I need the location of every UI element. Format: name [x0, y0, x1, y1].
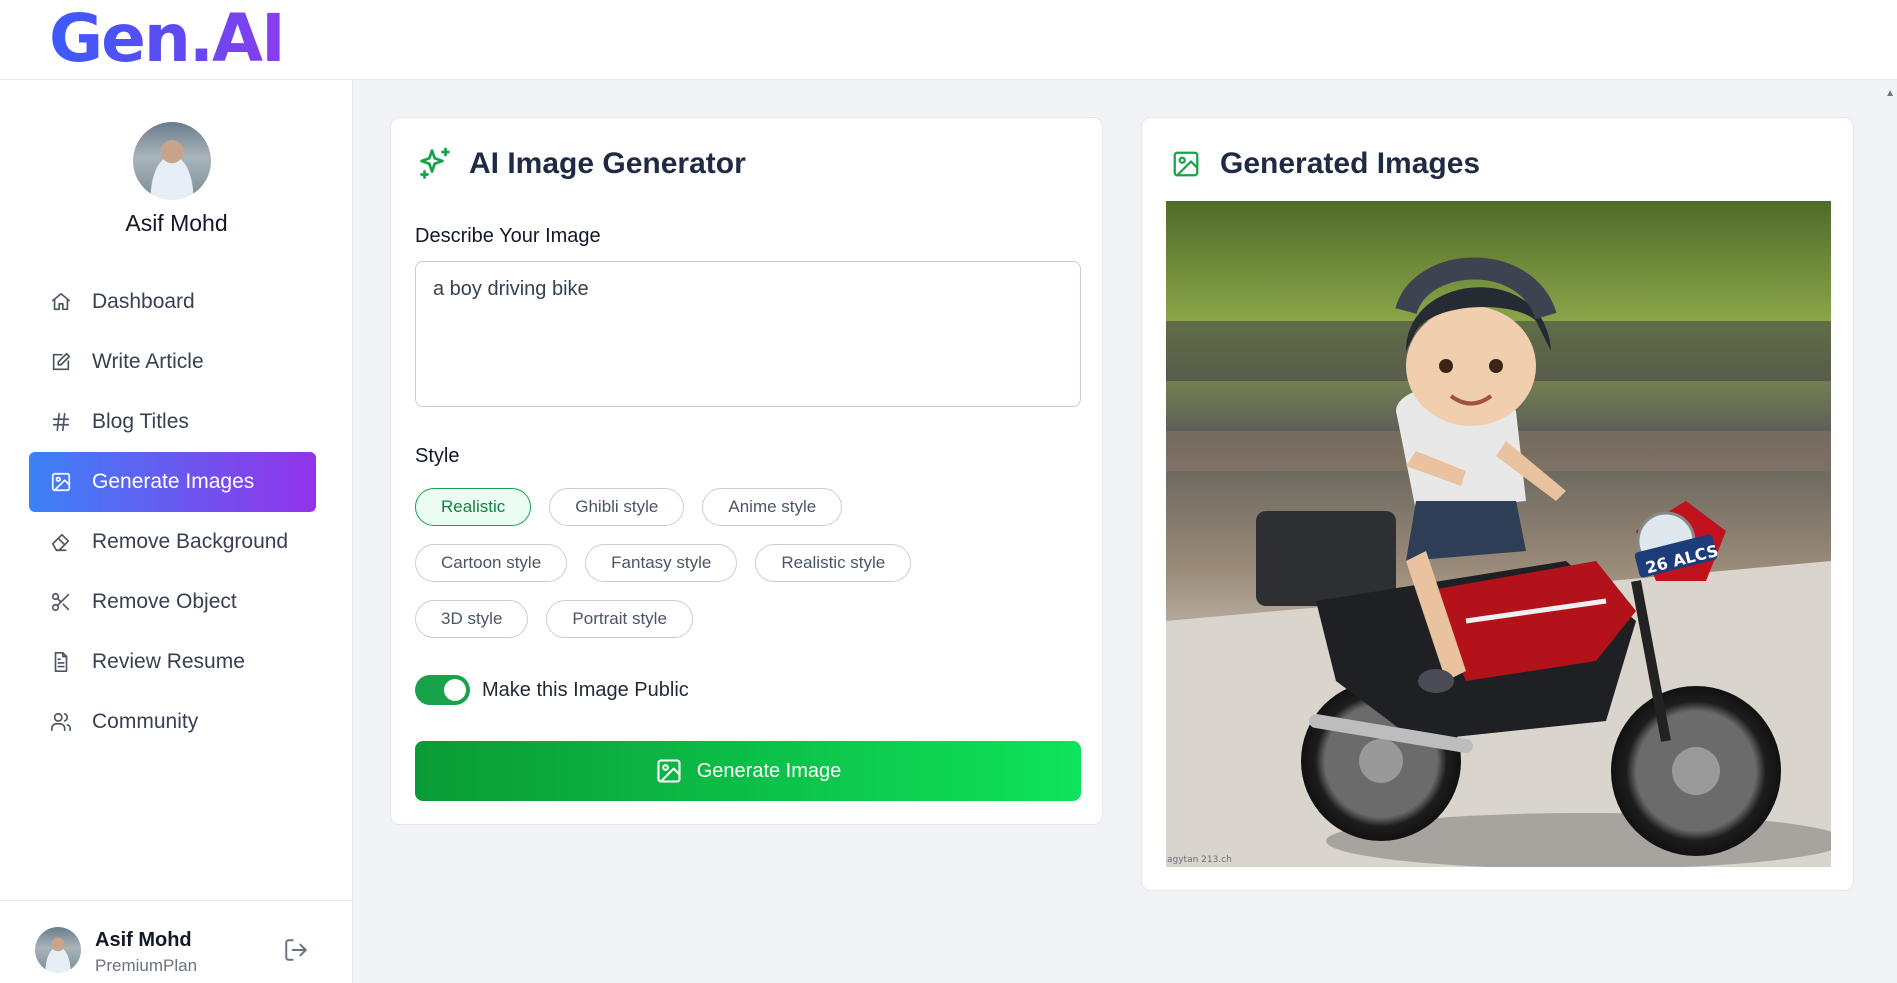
user-name: Asif Mohd — [125, 210, 228, 236]
eraser-icon — [49, 530, 73, 554]
sidebar-item-label: Dashboard — [92, 290, 195, 313]
sidebar-item-label: Review Resume — [92, 650, 245, 673]
sparkles-icon — [415, 144, 455, 184]
file-text-icon — [49, 650, 73, 674]
image-icon — [1166, 144, 1206, 184]
sidebar-item-review-resume[interactable]: Review Resume — [29, 632, 316, 692]
sidebar-item-write-article[interactable]: Write Article — [29, 332, 316, 392]
sidebar-item-remove-object[interactable]: Remove Object — [29, 572, 316, 632]
generate-image-button[interactable]: Generate Image — [415, 741, 1081, 801]
sidebar-item-generate-images[interactable]: Generate Images — [29, 452, 316, 512]
generator-header: AI Image Generator — [415, 144, 746, 184]
generate-button-label: Generate Image — [696, 759, 842, 782]
scissors-icon — [49, 590, 73, 614]
sidebar-footer: Asif Mohd PremiumPlan — [0, 900, 353, 983]
style-chip-portrait[interactable]: Portrait style — [546, 600, 693, 638]
style-chip-cartoon[interactable]: Cartoon style — [415, 544, 568, 582]
sidebar-item-label: Generate Images — [92, 470, 255, 493]
generator-card: AI Image Generator Describe Your Image S… — [390, 117, 1103, 825]
sidebar-item-remove-background[interactable]: Remove Background — [29, 512, 316, 572]
boy-on-motorbike-illustration: 26 ALCS agytan 213.ch — [1166, 201, 1831, 867]
scrollbar-arrow-icon[interactable]: ▲ — [1885, 88, 1895, 99]
edit-icon — [49, 350, 73, 374]
sidebar: Asif Mohd Dashboard Write Article Blog T… — [0, 80, 353, 983]
sidebar-item-label: Remove Object — [92, 590, 237, 613]
style-options: Realistic Ghibli style Anime style Carto… — [415, 488, 1081, 656]
image-watermark: agytan 213.ch — [1167, 855, 1232, 865]
footer-user-name: Asif Mohd — [95, 929, 192, 951]
style-chip-realistic-style[interactable]: Realistic style — [755, 544, 912, 582]
image-icon — [49, 470, 73, 494]
app-logo[interactable]: Gen.AI — [49, 2, 286, 76]
results-header: Generated Images — [1166, 144, 1480, 184]
sidebar-item-dashboard[interactable]: Dashboard — [29, 272, 316, 332]
sidebar-item-label: Remove Background — [92, 530, 289, 553]
style-label: Style — [415, 445, 460, 467]
results-title: Generated Images — [1220, 147, 1481, 180]
logout-icon[interactable] — [283, 937, 311, 965]
generated-image[interactable]: 26 ALCS agytan 213.ch — [1166, 201, 1831, 867]
style-chip-fantasy[interactable]: Fantasy style — [585, 544, 738, 582]
style-chip-realistic[interactable]: Realistic — [415, 488, 532, 526]
style-chip-ghibli[interactable]: Ghibli style — [549, 488, 685, 526]
avatar[interactable] — [35, 927, 81, 973]
toggle-knob — [444, 679, 466, 701]
avatar[interactable] — [133, 122, 211, 200]
users-icon — [49, 710, 73, 734]
results-card: Generated Images 26 ALCS agytan 213.ch — [1141, 117, 1854, 891]
hash-icon — [49, 410, 73, 434]
describe-label: Describe Your Image — [415, 225, 601, 247]
sidebar-item-blog-titles[interactable]: Blog Titles — [29, 392, 316, 452]
style-chip-3d[interactable]: 3D style — [415, 600, 529, 638]
sidebar-item-community[interactable]: Community — [29, 692, 316, 752]
top-bar: Gen.AI — [0, 0, 1897, 80]
image-icon — [657, 759, 681, 783]
prompt-input[interactable] — [415, 261, 1081, 407]
public-toggle-label: Make this Image Public — [482, 678, 689, 701]
style-chip-anime[interactable]: Anime style — [702, 488, 843, 526]
generator-title: AI Image Generator — [469, 147, 746, 180]
public-toggle[interactable] — [415, 675, 470, 705]
plan-label: PremiumPlan — [95, 956, 198, 975]
home-icon — [49, 290, 73, 314]
sidebar-item-label: Community — [92, 710, 199, 733]
sidebar-nav: Dashboard Write Article Blog Titles Gene… — [29, 272, 316, 752]
sidebar-item-label: Blog Titles — [92, 410, 189, 433]
public-toggle-row: Make this Image Public — [415, 675, 689, 705]
sidebar-item-label: Write Article — [92, 350, 204, 373]
